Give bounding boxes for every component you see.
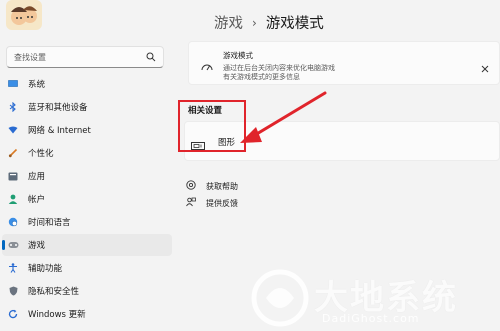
sidebar-item-apps[interactable]: 应用 [2,165,172,187]
sidebar-item-label: Windows 更新 [28,310,86,320]
help-icon [186,180,196,192]
globe-clock-icon [2,217,24,227]
sidebar-item-windows-update[interactable]: Windows 更新 [2,303,172,325]
sidebar-item-accessibility[interactable]: 辅助功能 [2,257,172,279]
sidebar-item-label: 辅助功能 [28,264,63,274]
bluetooth-icon [2,102,24,112]
breadcrumb: 游戏 › 游戏模式 [214,12,324,33]
annotation-highlight-box [178,100,246,152]
sidebar-item-privacy[interactable]: 隐私和安全性 [2,280,172,302]
game-mode-description-line: 通过在后台关闭内容来优化电脑游戏 [223,64,335,72]
feedback-icon [186,197,196,209]
gamepad-icon [2,241,24,249]
shield-icon [2,286,24,296]
search-placeholder: 查找设置 [14,53,46,62]
sidebar-item-label: 时间和语言 [28,218,71,228]
game-mode-more-info[interactable]: 有关游戏模式的更多信息 [223,73,300,81]
wifi-icon [2,126,24,134]
breadcrumb-parent[interactable]: 游戏 [214,12,243,33]
sidebar-item-gaming[interactable]: 游戏 [2,234,172,256]
sidebar-item-label: 应用 [28,172,46,182]
search-input[interactable]: 查找设置 [6,46,164,68]
sidebar-item-time-language[interactable]: 时间和语言 [2,211,172,233]
sidebar-item-label: 网络 & Internet [28,126,91,136]
main-content: 游戏 › 游戏模式 游戏模式 通过在后台关闭内容来优化电脑游戏 有关游戏模式的更… [178,0,500,331]
brush-icon [2,148,24,158]
user-avatar[interactable] [6,0,42,30]
get-help-label: 获取帮助 [206,181,238,191]
sidebar-item-personalization[interactable]: 个性化 [2,142,172,164]
sidebar-item-label: 帐户 [28,195,46,205]
sidebar-item-network[interactable]: 网络 & Internet [2,119,172,141]
sidebar-item-label: 个性化 [28,149,54,159]
accessibility-icon [2,263,24,273]
sidebar-item-system[interactable]: 系统 [2,73,172,95]
feedback-label: 提供反馈 [206,198,238,208]
sidebar-item-label: 系统 [28,80,46,90]
monitor-icon [2,80,24,88]
page-title: 游戏模式 [265,16,324,32]
feedback-link[interactable]: 提供反馈 [186,197,238,209]
sidebar: 查找设置 系统 蓝牙和其他设备 网络 & Internet 个性化 应用 帐户 … [0,0,178,331]
person-icon [2,194,24,204]
game-mode-description: 通过在后台关闭内容来优化电脑游戏 有关游戏模式的更多信息 [223,64,335,82]
search-icon [146,52,156,64]
get-help-link[interactable]: 获取帮助 [186,180,238,192]
game-mode-title: 游戏模式 [223,51,253,60]
sidebar-item-label: 蓝牙和其他设备 [28,103,88,113]
sidebar-item-accounts[interactable]: 帐户 [2,188,172,210]
sidebar-item-label: 游戏 [28,241,46,251]
watermark-logo [248,268,312,331]
watermark: 大地系统 DadiGhost.com [248,268,496,328]
sidebar-item-bluetooth[interactable]: 蓝牙和其他设备 [2,96,172,118]
gauge-icon [201,57,213,76]
sidebar-item-label: 隐私和安全性 [28,287,80,297]
game-mode-info-card: 游戏模式 通过在后台关闭内容来优化电脑游戏 有关游戏模式的更多信息 [188,41,500,85]
apps-icon [2,172,24,181]
update-icon [2,309,24,319]
watermark-domain: DadiGhost.com [322,312,420,325]
close-icon[interactable] [481,58,489,77]
breadcrumb-separator: › [252,15,257,30]
